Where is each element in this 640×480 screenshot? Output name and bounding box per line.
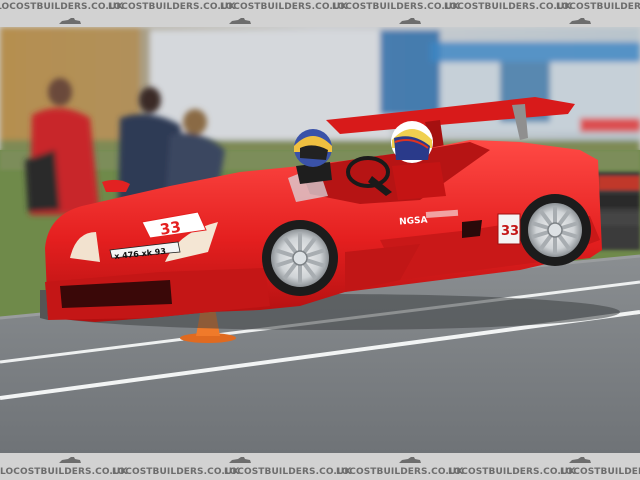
kit-car-silhouette-icon bbox=[229, 457, 251, 463]
watermark-item: LOCOSTBUILDERS.CO.UK bbox=[560, 467, 640, 477]
kit-car-silhouette-icon bbox=[59, 457, 81, 463]
side-intake bbox=[462, 220, 482, 238]
watermark-item: LOCOSTBUILDERS.CO.UK bbox=[224, 467, 352, 477]
bonnet-race-number: 33 bbox=[159, 218, 182, 239]
watermark-item: LOCOSTBUILDERS.CO.UK bbox=[556, 2, 640, 12]
watermark-band-top: LOCOSTBUILDERS.CO.UK LOCOSTBUILDERS.CO.U… bbox=[0, 0, 640, 27]
sponsor-logo: NGSA bbox=[399, 215, 428, 227]
driver-left bbox=[294, 129, 332, 184]
watermark-item: LOCOSTBUILDERS.CO.UK bbox=[0, 2, 124, 12]
watermark-row-top-icons bbox=[0, 16, 640, 26]
watermark-item: LOCOSTBUILDERS.CO.UK bbox=[448, 467, 576, 477]
watermark-item: LOCOSTBUILDERS.CO.UK bbox=[444, 2, 572, 12]
kit-car-silhouette-icon bbox=[399, 457, 421, 463]
watermark-item: LOCOSTBUILDERS.CO.UK bbox=[336, 467, 464, 477]
tire-barrier bbox=[595, 172, 640, 250]
race-photo: 33 x 476 xk 93 33 NGSA bbox=[0, 27, 640, 453]
watermark-row-bottom-text: LOCOSTBUILDERS.CO.UK LOCOSTBUILDERS.CO.U… bbox=[0, 467, 640, 477]
door-race-number: 33 bbox=[501, 224, 519, 239]
watermark-item: LOCOSTBUILDERS.CO.UK bbox=[0, 467, 128, 477]
watermark-item: LOCOSTBUILDERS.CO.UK bbox=[220, 2, 348, 12]
kit-car-silhouette-icon bbox=[59, 18, 81, 24]
watermark-row-top-text: LOCOSTBUILDERS.CO.UK LOCOSTBUILDERS.CO.U… bbox=[0, 2, 640, 12]
race-photo-illustration: 33 x 476 xk 93 33 NGSA bbox=[0, 27, 640, 453]
watermark-row-bottom-icons bbox=[0, 455, 640, 465]
photo-frame: LOCOSTBUILDERS.CO.UK LOCOSTBUILDERS.CO.U… bbox=[0, 0, 640, 480]
kit-car-silhouette-icon bbox=[229, 18, 251, 24]
kit-car-silhouette-icon bbox=[569, 457, 591, 463]
watermark-band-bottom: LOCOSTBUILDERS.CO.UK LOCOSTBUILDERS.CO.U… bbox=[0, 453, 640, 480]
watermark-item: LOCOSTBUILDERS.CO.UK bbox=[332, 2, 460, 12]
kit-car-silhouette-icon bbox=[399, 18, 421, 24]
front-wheel bbox=[262, 220, 338, 296]
watermark-item: LOCOSTBUILDERS.CO.UK bbox=[112, 467, 240, 477]
watermark-item: LOCOSTBUILDERS.CO.UK bbox=[108, 2, 236, 12]
rear-wheel bbox=[519, 194, 591, 266]
kit-car-silhouette-icon bbox=[569, 18, 591, 24]
